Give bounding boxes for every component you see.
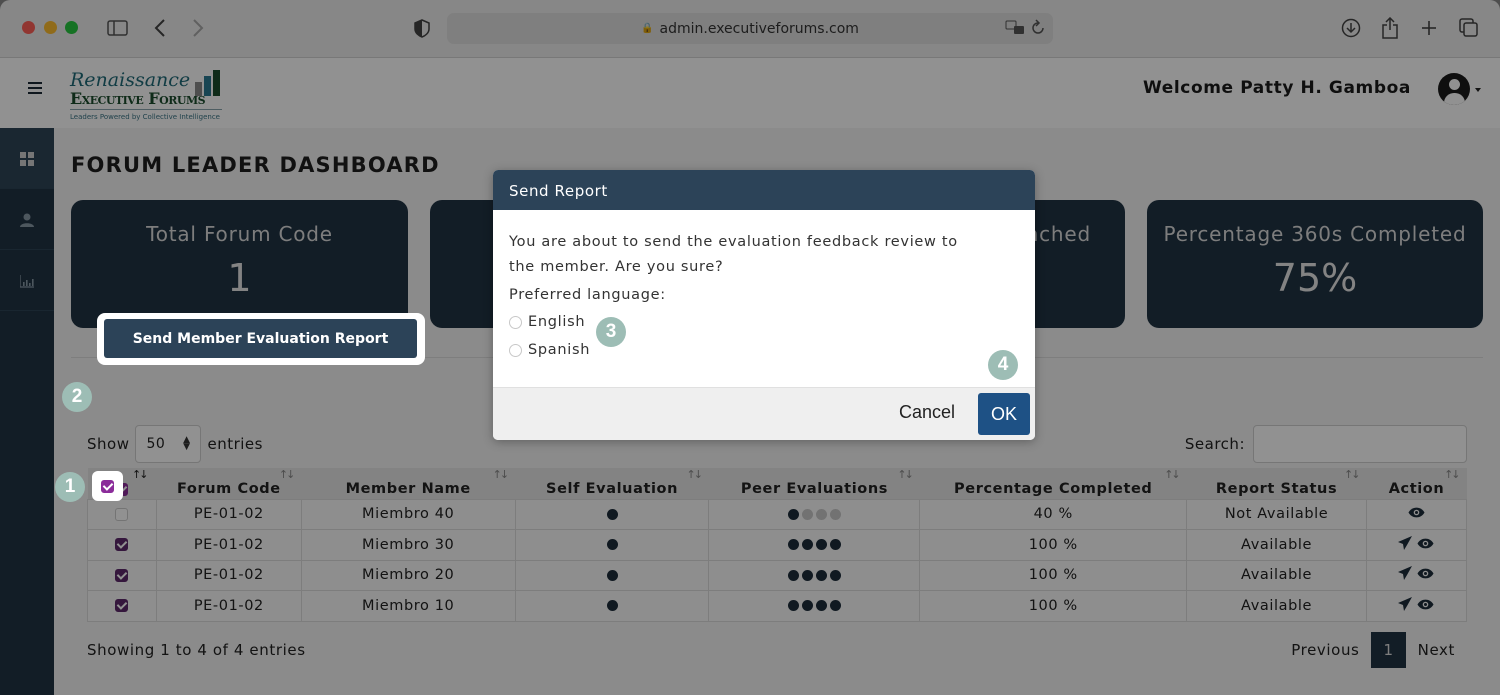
- english-radio[interactable]: [509, 315, 522, 329]
- spanish-label: Spanish: [528, 341, 591, 358]
- dialog-footer: Cancel OK: [493, 387, 1035, 440]
- dialog-message: You are about to send the evaluation fee…: [509, 234, 958, 275]
- select-all-checkbox-highlighted[interactable]: [101, 479, 114, 493]
- send-member-evaluation-report-button[interactable]: Send Member Evaluation Report: [104, 319, 417, 358]
- cancel-button[interactable]: Cancel: [899, 402, 955, 423]
- dialog-title: Send Report: [493, 170, 1035, 210]
- ok-button[interactable]: OK: [978, 393, 1030, 435]
- step-badge-2: 2: [62, 382, 92, 412]
- preferred-language-label: Preferred language:: [509, 287, 666, 303]
- select-all-highlight: [92, 471, 123, 501]
- spanish-radio[interactable]: [509, 343, 522, 357]
- english-label: English: [528, 313, 586, 330]
- send-report-dialog: Send Report You are about to send the ev…: [493, 170, 1035, 440]
- step-badge-1: 1: [55, 472, 85, 502]
- language-option-spanish[interactable]: Spanish: [509, 336, 1019, 364]
- step-badge-3: 3: [596, 317, 626, 347]
- send-report-highlight: Send Member Evaluation Report: [97, 313, 425, 365]
- language-option-english[interactable]: English: [509, 308, 1019, 336]
- step-badge-4: 4: [988, 350, 1018, 380]
